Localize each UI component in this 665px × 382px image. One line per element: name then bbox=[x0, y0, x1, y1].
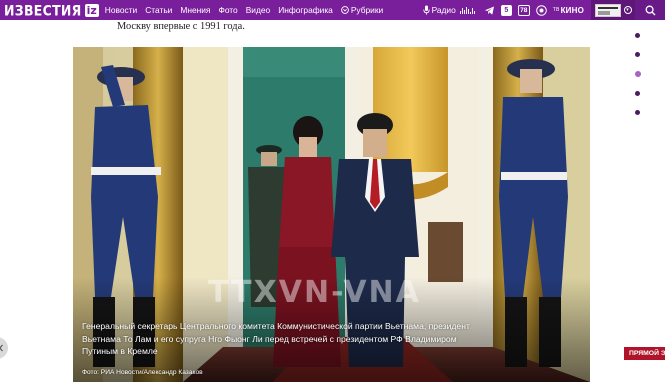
seventy-eight-label: 78 bbox=[520, 6, 528, 14]
rubrics-menu-button[interactable]: Рубрики bbox=[340, 5, 384, 15]
photo-watermark: TTXVN-VNA bbox=[208, 275, 421, 310]
main-nav: Новости Статьи Мнения Фото Видео Инфогра… bbox=[105, 5, 383, 15]
logo-wordmark: ИЗВЕСТИЯ bbox=[4, 1, 82, 19]
photo-credit: Фото: РИА Новости/Александр Казаков bbox=[82, 369, 203, 376]
chevron-down-icon: ▾ bbox=[623, 6, 632, 14]
section-dot[interactable] bbox=[635, 52, 640, 57]
vk-icon bbox=[535, 4, 547, 16]
equalizer-icon bbox=[459, 6, 475, 14]
telegram-icon bbox=[484, 6, 494, 15]
header-tools: Радио 5 78 ТВ КИНО ▾ bbox=[422, 0, 665, 20]
chevron-left-icon bbox=[0, 344, 3, 352]
telegram-link[interactable] bbox=[484, 5, 495, 16]
section-dot[interactable] bbox=[635, 33, 640, 38]
radio-label: Радио bbox=[431, 5, 456, 15]
tv5-link[interactable]: 5 bbox=[500, 4, 512, 16]
nav-infographics[interactable]: Инфографика bbox=[278, 5, 333, 15]
photo-caption: Генеральный секретарь Центрального комит… bbox=[82, 321, 470, 357]
top-navigation-bar: ИЗВЕСТИЯ iz Новости Статьи Мнения Фото В… bbox=[0, 0, 665, 20]
kino-icon: КИНО bbox=[560, 5, 584, 15]
rubrics-label: Рубрики bbox=[350, 5, 384, 15]
search-icon bbox=[645, 5, 655, 15]
section-dot-active[interactable] bbox=[634, 71, 641, 77]
nav-photo[interactable]: Фото bbox=[218, 5, 237, 15]
search-button[interactable] bbox=[635, 0, 665, 20]
tv5-label: 5 bbox=[504, 6, 509, 14]
newspaper-icon bbox=[594, 3, 621, 17]
kino-small-label: ТВ bbox=[552, 6, 560, 13]
tv5-icon: 5 bbox=[500, 4, 512, 16]
article-photo[interactable]: TTXVN-VNA Генеральный секретарь Централь… bbox=[73, 47, 590, 382]
nav-news[interactable]: Новости bbox=[105, 5, 137, 15]
section-dot[interactable] bbox=[635, 91, 640, 96]
nav-video[interactable]: Видео bbox=[246, 5, 270, 15]
live-broadcast-badge[interactable]: ПРЯМОЙ ЭФ bbox=[624, 347, 665, 360]
radio-button[interactable]: Радио bbox=[422, 5, 475, 15]
mic-icon bbox=[422, 5, 430, 15]
section-dot[interactable] bbox=[635, 110, 640, 115]
nav-articles[interactable]: Статьи bbox=[145, 5, 172, 15]
previous-slide-button[interactable] bbox=[0, 337, 8, 359]
article-paragraph-fragment: Москву впервые с 1991 года. bbox=[117, 21, 245, 32]
logo-iz-badge: iz bbox=[84, 3, 99, 17]
seventy-eight-link[interactable]: 78 bbox=[517, 4, 530, 16]
nav-opinions[interactable]: Мнения bbox=[180, 5, 210, 15]
izvestia-logo[interactable]: ИЗВЕСТИЯ iz bbox=[0, 0, 99, 20]
newspaper-button[interactable]: ▾ bbox=[591, 0, 635, 20]
kino-link[interactable]: ТВ КИНО bbox=[553, 6, 584, 15]
section-dots-nav bbox=[634, 33, 641, 115]
chevron-down-icon bbox=[340, 6, 349, 14]
seventy-eight-icon: 78 bbox=[517, 4, 530, 16]
vk-link[interactable] bbox=[535, 4, 547, 16]
